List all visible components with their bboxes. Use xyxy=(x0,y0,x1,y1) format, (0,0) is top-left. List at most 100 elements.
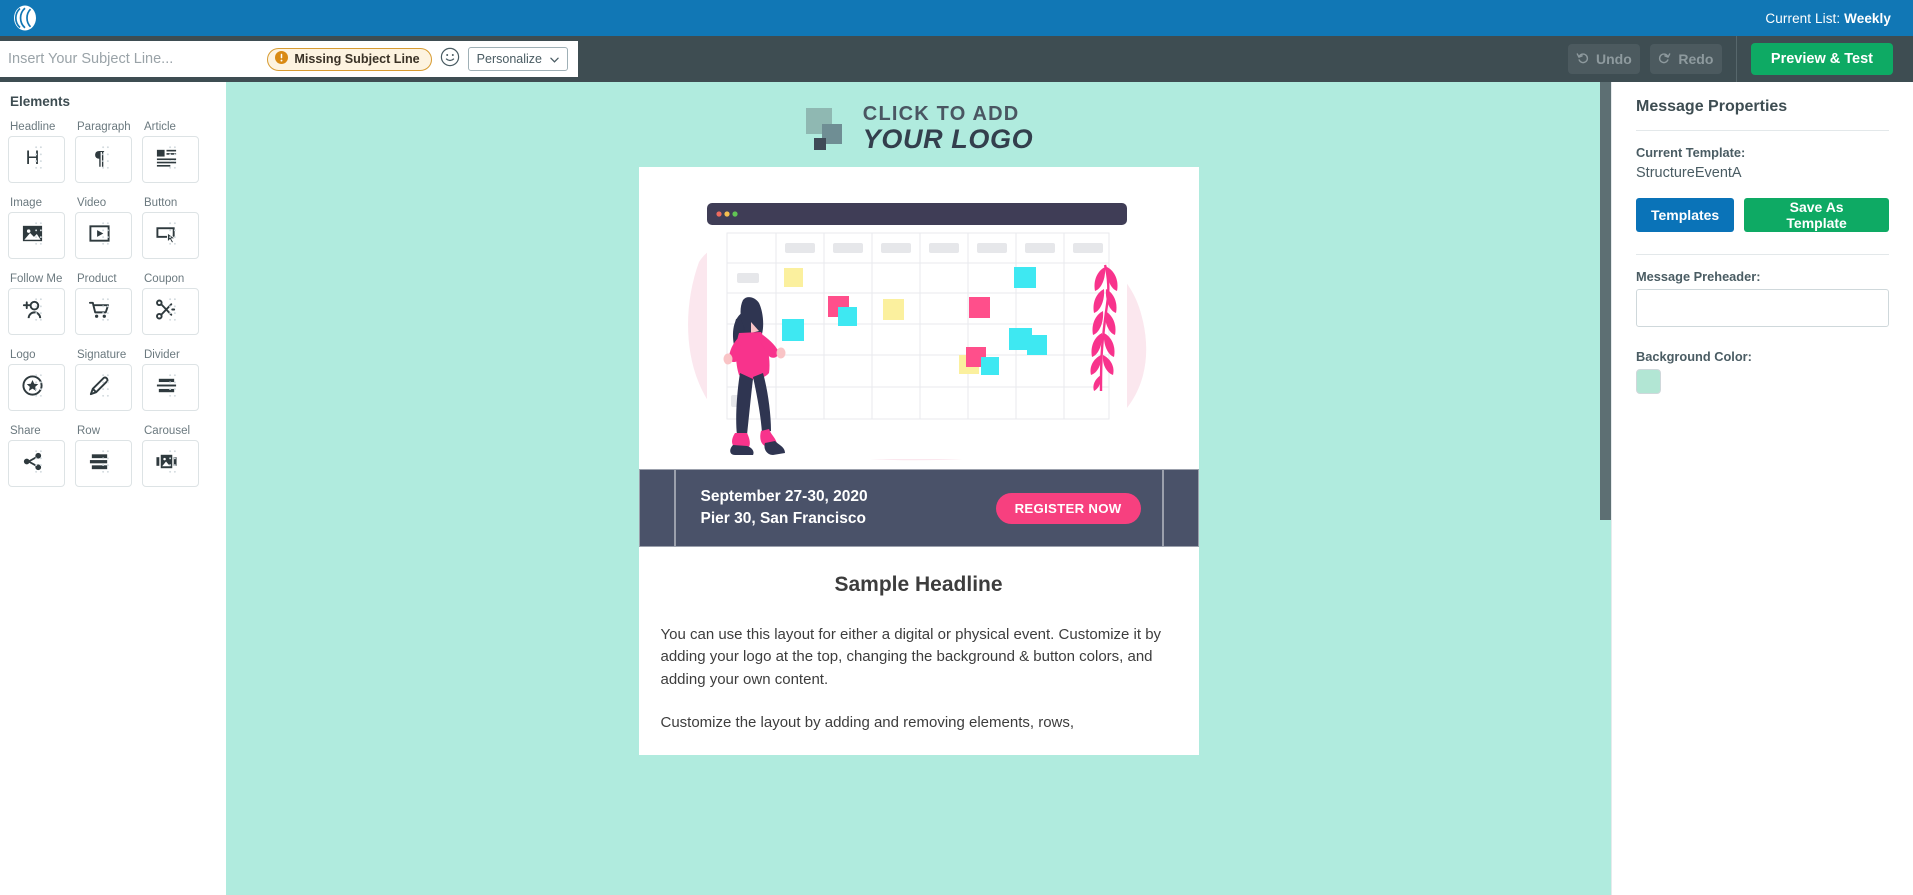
element-drag-tile[interactable] xyxy=(142,136,199,183)
drag-handle-icon[interactable] xyxy=(27,222,50,245)
redo-label: Redo xyxy=(1678,51,1714,67)
preview-and-test-button[interactable]: Preview & Test xyxy=(1750,43,1893,75)
elements-grid: Headline H Paragraph ¶ Article Image Vid… xyxy=(8,121,226,501)
element-tile-image: Image xyxy=(8,197,75,259)
event-banner-right-column[interactable] xyxy=(1162,469,1199,547)
drag-handle-icon[interactable] xyxy=(27,298,50,321)
logo-placeholder[interactable]: CLICK TO ADD YOUR LOGO xyxy=(804,104,1033,153)
element-drag-tile[interactable] xyxy=(75,364,132,411)
element-drag-tile[interactable] xyxy=(8,364,65,411)
element-drag-tile[interactable] xyxy=(8,440,65,487)
drag-handle-icon[interactable] xyxy=(94,298,117,321)
element-drag-tile[interactable] xyxy=(75,288,132,335)
undo-label: Undo xyxy=(1596,51,1632,67)
background-color-swatch[interactable] xyxy=(1636,369,1661,394)
top-app-bar: Current List: Weekly xyxy=(0,0,1913,36)
drag-handle-icon[interactable] xyxy=(27,374,50,397)
element-tile-divider: Divider xyxy=(142,349,209,411)
element-drag-tile[interactable] xyxy=(75,440,132,487)
element-label: Carousel xyxy=(144,425,191,437)
element-label: Button xyxy=(144,197,178,209)
element-drag-tile[interactable]: H xyxy=(8,136,65,183)
toolbar-divider xyxy=(1735,36,1737,82)
logo-placeholder-text: CLICK TO ADD YOUR LOGO xyxy=(863,104,1033,153)
drag-handle-icon[interactable] xyxy=(161,222,184,245)
body-paragraph-2[interactable]: Customize the layout by adding and remov… xyxy=(661,712,1177,734)
drag-handle-icon[interactable] xyxy=(161,374,184,397)
element-label: Article xyxy=(144,121,176,133)
element-drag-tile[interactable] xyxy=(142,440,199,487)
element-tile-headline: Headline H xyxy=(8,121,75,183)
element-tile-coupon: Coupon xyxy=(142,273,209,335)
canvas-scrollbar-thumb[interactable] xyxy=(1600,82,1611,520)
personalize-label: Personalize xyxy=(476,52,542,66)
element-drag-tile[interactable]: ¶ xyxy=(75,136,132,183)
properties-divider xyxy=(1636,130,1889,131)
event-date-line: September 27-30, 2020 xyxy=(700,487,868,505)
element-label: Row xyxy=(77,425,101,437)
element-label: Paragraph xyxy=(77,121,131,133)
current-list-value: Weekly xyxy=(1844,10,1891,26)
register-now-button[interactable]: REGISTER NOW xyxy=(995,492,1141,524)
event-details: September 27-30, 2020 Pier 30, San Franc… xyxy=(701,486,868,531)
event-banner-main-column[interactable]: September 27-30, 2020 Pier 30, San Franc… xyxy=(674,469,1163,547)
event-banner-row: September 27-30, 2020 Pier 30, San Franc… xyxy=(638,469,1199,547)
element-label: Signature xyxy=(77,349,127,361)
element-tile-carousel: Carousel xyxy=(142,425,209,487)
drag-handle-icon[interactable] xyxy=(94,450,117,473)
element-label: Follow Me xyxy=(10,273,63,285)
element-drag-tile[interactable] xyxy=(8,212,65,259)
element-drag-tile[interactable] xyxy=(142,364,199,411)
emoji-smiley-icon[interactable] xyxy=(440,47,460,72)
elements-panel: Elements Headline H Paragraph ¶ Article … xyxy=(0,82,226,895)
message-properties-panel: Message Properties Current Template: Str… xyxy=(1611,82,1913,895)
drag-handle-icon[interactable] xyxy=(94,146,117,169)
element-tile-product: Product xyxy=(75,273,142,335)
templates-button[interactable]: Templates xyxy=(1636,198,1735,232)
redo-arrow-icon xyxy=(1658,51,1671,67)
hero-illustration[interactable] xyxy=(638,167,1199,469)
app-logo-icon[interactable] xyxy=(10,4,40,32)
drag-handle-icon[interactable] xyxy=(94,374,117,397)
element-drag-tile[interactable] xyxy=(142,288,199,335)
sample-headline[interactable]: Sample Headline xyxy=(661,573,1177,597)
message-preheader-input[interactable] xyxy=(1636,289,1889,327)
elements-panel-title: Elements xyxy=(10,94,71,109)
save-as-template-button[interactable]: Save As Template xyxy=(1744,198,1889,232)
element-label: Headline xyxy=(10,121,56,133)
drag-handle-icon[interactable] xyxy=(161,146,184,169)
current-list-label: Current List: xyxy=(1765,10,1841,26)
element-drag-tile[interactable] xyxy=(8,288,65,335)
element-drag-tile[interactable] xyxy=(142,212,199,259)
missing-subject-badge: Missing Subject Line xyxy=(267,47,432,71)
element-label: Product xyxy=(77,273,117,285)
email-canvas[interactable]: CLICK TO ADD YOUR LOGO September 27-30, … xyxy=(226,82,1611,895)
drag-handle-icon[interactable] xyxy=(27,450,50,473)
personalize-dropdown[interactable]: Personalize xyxy=(467,47,568,71)
properties-title: Message Properties xyxy=(1636,98,1788,115)
missing-subject-badge-label: Missing Subject Line xyxy=(294,52,420,66)
element-tile-paragraph: Paragraph ¶ xyxy=(75,121,142,183)
element-tile-signature: Signature xyxy=(75,349,142,411)
event-banner-left-column[interactable] xyxy=(638,469,675,547)
element-tile-article: Article xyxy=(142,121,209,183)
editor-toolbar: Missing Subject Line Personalize xyxy=(0,36,1913,82)
drag-handle-icon[interactable] xyxy=(161,450,184,473)
element-label: Logo xyxy=(10,349,36,361)
undo-button[interactable]: Undo xyxy=(1567,44,1640,74)
drag-handle-icon[interactable] xyxy=(94,222,117,245)
template-buttons: Templates Save As Template xyxy=(1636,198,1889,232)
drag-handle-icon[interactable] xyxy=(161,298,184,321)
element-label: Video xyxy=(77,197,107,209)
body-paragraph-1[interactable]: You can use this layout for either a dig… xyxy=(661,624,1177,691)
toolbar-actions: Undo Redo Preview & Test xyxy=(1567,36,1913,82)
redo-button[interactable]: Redo xyxy=(1649,44,1722,74)
current-template-value: StructureEventA xyxy=(1636,165,1742,181)
subject-input[interactable] xyxy=(8,43,260,75)
background-color-label: Background Color: xyxy=(1636,349,1752,364)
drag-handle-icon[interactable] xyxy=(27,146,50,169)
event-location-line: Pier 30, San Francisco xyxy=(700,510,866,527)
alert-circle-icon xyxy=(275,51,289,67)
element-drag-tile[interactable] xyxy=(75,212,132,259)
email-content-block: Sample Headline You can use this layout … xyxy=(639,547,1199,734)
